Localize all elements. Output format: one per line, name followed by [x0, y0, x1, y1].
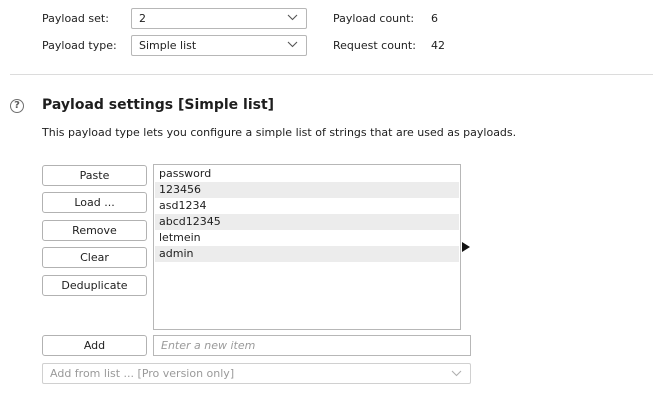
payload-type-label: Payload type:	[42, 39, 117, 52]
question-circle-icon[interactable]: ?	[10, 99, 24, 113]
request-count-label: Request count:	[333, 39, 416, 52]
chevron-down-icon	[287, 41, 298, 48]
payload-type-value: Simple list	[139, 39, 197, 52]
clear-button[interactable]: Clear	[42, 247, 147, 268]
request-count-value: 42	[431, 39, 445, 52]
payload-set-select[interactable]: 2	[131, 8, 307, 29]
list-item[interactable]: 123456	[155, 182, 459, 198]
remove-button[interactable]: Remove	[42, 220, 147, 241]
add-from-list-select: Add from list ... [Pro version only]	[42, 363, 471, 384]
chevron-down-icon	[287, 14, 298, 21]
payload-count-label: Payload count:	[333, 12, 415, 25]
payload-set-value: 2	[139, 12, 146, 25]
section-divider	[10, 74, 653, 75]
payload-type-select[interactable]: Simple list	[131, 35, 307, 56]
add-from-list-value: Add from list ... [Pro version only]	[50, 367, 235, 380]
list-item[interactable]: password	[155, 166, 459, 182]
section-description: This payload type lets you configure a s…	[42, 126, 517, 139]
new-item-input[interactable]	[153, 335, 471, 356]
payload-list[interactable]: password 123456 asd1234 abcd12345 letmei…	[153, 164, 461, 330]
section-title: Payload settings [Simple list]	[42, 97, 275, 113]
deduplicate-button[interactable]: Deduplicate	[42, 275, 147, 296]
list-item[interactable]: abcd12345	[155, 214, 459, 230]
list-item[interactable]: admin	[155, 246, 459, 262]
load-button[interactable]: Load ...	[42, 192, 147, 213]
paste-button[interactable]: Paste	[42, 165, 147, 186]
list-item[interactable]: asd1234	[155, 198, 459, 214]
chevron-down-icon	[451, 370, 462, 377]
payload-set-label: Payload set:	[42, 12, 109, 25]
list-item[interactable]: letmein	[155, 230, 459, 246]
payload-count-value: 6	[431, 12, 438, 25]
add-button[interactable]: Add	[42, 335, 147, 356]
triangle-right-icon	[462, 242, 470, 252]
